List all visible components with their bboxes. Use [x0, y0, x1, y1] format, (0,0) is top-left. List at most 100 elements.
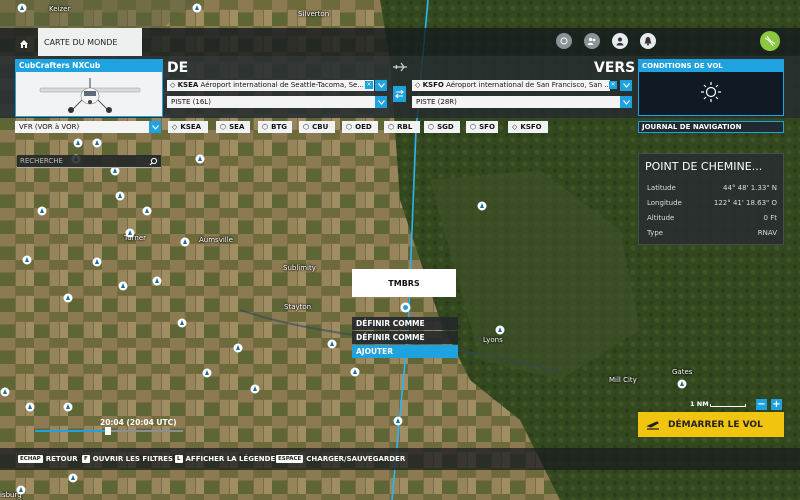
airport-marker-icon[interactable]	[0, 387, 10, 397]
nav-log-button[interactable]: JOURNAL DE NAVIGATION	[638, 121, 784, 133]
map-label-lyons: Lyons	[483, 336, 503, 344]
hint-legend[interactable]: L AFFICHER LA LÉGENDE	[175, 453, 275, 465]
airport-marker-icon[interactable]	[327, 339, 337, 349]
map-search[interactable]	[17, 154, 161, 168]
waypoint-row-type: Type RNAV	[647, 229, 777, 237]
chevron-down-icon	[622, 99, 630, 105]
aircraft-name: CubCrafters NXCub	[16, 60, 162, 72]
zoom-in-button[interactable]: +	[771, 399, 782, 410]
airport-marker-icon[interactable]	[142, 206, 152, 216]
flight-type-select[interactable]: VFR (VOR à VOR)	[15, 121, 161, 133]
swap-airports-button[interactable]	[393, 86, 406, 102]
tab-world-map[interactable]: CARTE DU MONDE	[38, 28, 142, 56]
flight-type-dropdown-button[interactable]	[149, 121, 161, 133]
clear-arrival-icon[interactable]: ×	[609, 81, 617, 89]
airport-marker-icon[interactable]	[115, 191, 125, 201]
waypoint-chip[interactable]: ⬡ SEA	[216, 121, 250, 133]
airport-marker-icon[interactable]	[152, 276, 162, 286]
waypoint-chip[interactable]: ◇ KSEA	[168, 121, 208, 133]
hint-back-label: RETOUR	[45, 455, 78, 463]
airport-marker-icon[interactable]	[92, 257, 102, 267]
airport-marker-icon[interactable]	[92, 138, 102, 148]
airport-marker-icon[interactable]	[250, 384, 260, 394]
airport-marker-icon[interactable]	[16, 485, 26, 495]
waypoint-chip[interactable]: ⬡ SGD	[424, 121, 460, 133]
clear-departure-icon[interactable]: ×	[365, 81, 373, 89]
airport-marker-icon[interactable]	[495, 325, 505, 335]
aircraft-image	[39, 78, 141, 113]
profile-icon[interactable]	[612, 33, 628, 49]
waypoint-chip-label: SGD	[437, 123, 454, 131]
altitude-label: Altitude	[647, 214, 675, 222]
airport-marker-icon[interactable]	[192, 3, 202, 13]
airport-marker-icon[interactable]	[677, 379, 687, 389]
activity-icon[interactable]	[556, 33, 572, 49]
airport-marker-icon[interactable]	[37, 206, 47, 216]
latitude-label: Latitude	[647, 184, 676, 192]
airport-marker-icon[interactable]	[195, 154, 205, 164]
airport-marker-icon[interactable]	[393, 416, 403, 426]
departure-dropdown-button[interactable]	[375, 80, 387, 91]
home-button[interactable]	[14, 34, 34, 54]
airport-marker-icon[interactable]	[233, 343, 243, 353]
scale-label: 1 NM	[690, 400, 709, 408]
waypoint-chip[interactable]: ⬡ SFO	[466, 121, 498, 133]
search-icon[interactable]	[149, 157, 158, 166]
waypoint-chip[interactable]: ⬡ CBU	[299, 121, 335, 133]
avatar[interactable]	[760, 31, 780, 51]
airport-marker-icon[interactable]	[202, 368, 212, 378]
waypoint-chip[interactable]: ⬡ BTG	[258, 121, 292, 133]
arrival-airport-field[interactable]: ◇ KSFO Aéroport international de San Fra…	[412, 80, 610, 91]
airport-marker-icon[interactable]	[118, 281, 128, 291]
airport-marker-icon[interactable]	[17, 3, 27, 13]
waypoint-chip-label: OED	[355, 123, 372, 131]
airport-marker-icon[interactable]	[22, 255, 32, 265]
chevron-down-icon	[377, 83, 385, 88]
arrival-dropdown-button[interactable]	[620, 80, 632, 91]
departure-airport-field[interactable]: ◇ KSEA Aéroport international de Seattle…	[167, 80, 374, 91]
departure-runway-dropdown-button[interactable]	[375, 96, 387, 108]
airport-marker-icon[interactable]	[180, 237, 190, 247]
airport-marker-icon[interactable]	[63, 402, 73, 412]
type-value: RNAV	[757, 229, 777, 237]
departure-runway-select[interactable]: PISTE (16L)	[167, 96, 375, 108]
airport-marker-icon[interactable]	[125, 228, 135, 238]
longitude-value: 122° 41' 18.63" O	[713, 199, 777, 207]
set-as-arrival-item[interactable]: DÉFINIR COMME ARRIVÉE	[352, 331, 458, 355]
hint-filters[interactable]: F OUVRIR LES FILTRES	[82, 453, 173, 465]
time-slider-handle[interactable]	[104, 427, 111, 435]
aircraft-selector[interactable]: CubCrafters NXCub	[15, 59, 163, 117]
airport-marker-icon[interactable]	[63, 293, 73, 303]
waypoint-chip-label: SEA	[229, 123, 245, 131]
weather-conditions-button[interactable]: CONDITIONS DE VOL	[638, 59, 784, 116]
add-waypoint-item[interactable]: AJOUTER	[352, 345, 458, 358]
zoom-out-button[interactable]: −	[756, 399, 767, 410]
plane-icon	[393, 62, 407, 72]
time-label: 20:04 (20:04 UTC)	[100, 418, 177, 427]
key-escape: ECHAP	[18, 455, 43, 463]
airport-marker-icon[interactable]	[25, 402, 35, 412]
airport-marker-icon[interactable]	[68, 473, 78, 483]
waypoint-chip[interactable]: ⬡ OED	[342, 121, 378, 133]
airport-marker-icon[interactable]	[177, 318, 187, 328]
chevron-down-icon	[622, 83, 630, 88]
arrival-runway-dropdown-button[interactable]	[620, 96, 632, 108]
waypoint-chip[interactable]: ◇ KSFO	[508, 121, 548, 133]
departure-airport-name: Aéroport international de Seattle-Tacoma…	[200, 81, 365, 89]
airport-marker-icon[interactable]	[350, 367, 360, 377]
arrival-runway-select[interactable]: PISTE (28R)	[412, 96, 620, 108]
hint-load-save[interactable]: ESPACE CHARGER/SAUVEGARDER	[276, 453, 405, 465]
start-flight-button[interactable]: DÉMARRER LE VOL	[638, 412, 784, 437]
airport-marker-icon[interactable]	[477, 201, 487, 211]
search-input[interactable]	[17, 154, 149, 168]
notifications-icon[interactable]	[640, 33, 656, 49]
hint-back[interactable]: ECHAP RETOUR	[18, 453, 78, 465]
waypoint-diamond-icon: ◇	[415, 81, 421, 89]
type-label: Type	[647, 229, 664, 237]
departure-label: DE	[167, 60, 189, 76]
set-as-departure-item[interactable]: DÉFINIR COMME DÉPART	[352, 317, 458, 341]
airport-marker-icon[interactable]	[73, 138, 83, 148]
friends-icon[interactable]	[584, 33, 600, 49]
waypoint-chip[interactable]: ⬡ RBL	[384, 121, 420, 133]
selected-waypoint-icon[interactable]	[400, 302, 411, 313]
